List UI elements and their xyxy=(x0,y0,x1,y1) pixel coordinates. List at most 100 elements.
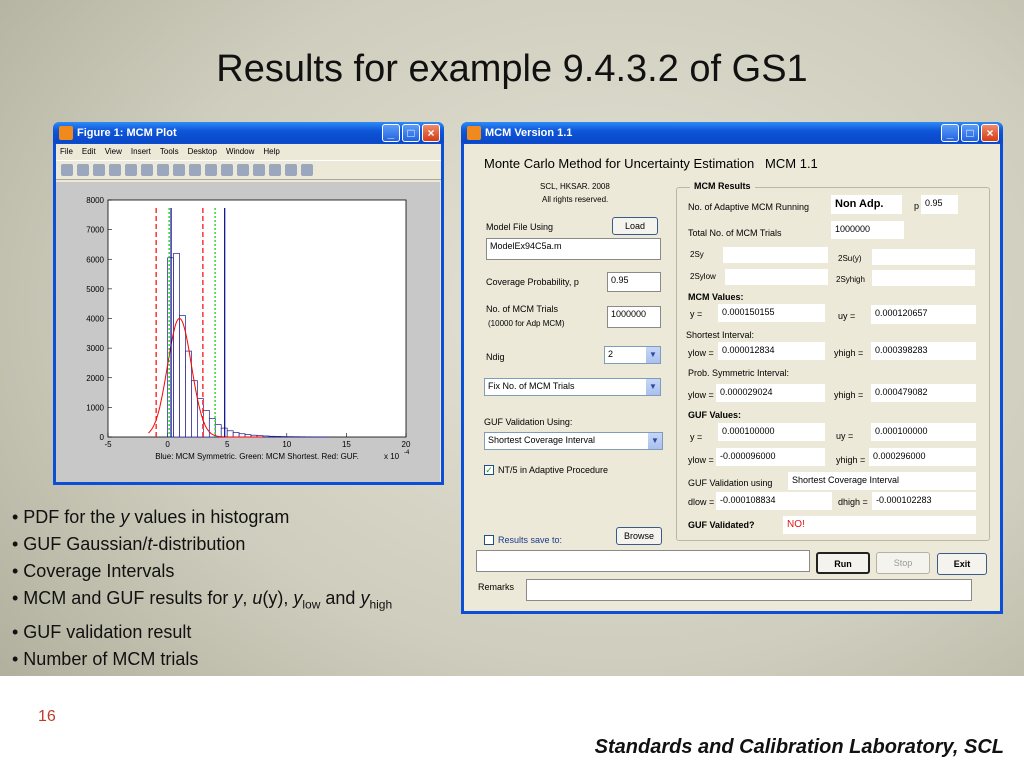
mcm-body: Monte Carlo Method for Uncertainty Estim… xyxy=(464,144,1000,611)
remarks-field[interactable] xyxy=(526,579,972,601)
coverage-input[interactable]: 0.95 xyxy=(607,272,661,292)
results-path-input[interactable] xyxy=(476,550,810,572)
menu-file[interactable]: File xyxy=(60,147,73,157)
minimize-icon[interactable]: _ xyxy=(941,124,959,142)
footer-text: Standards and Calibration Laboratory, SC… xyxy=(594,736,1004,758)
menu-desktop[interactable]: Desktop xyxy=(188,147,217,157)
mcm-values-label: MCM Values: xyxy=(688,292,744,302)
close-icon[interactable]: × xyxy=(422,124,440,142)
maximize-icon[interactable]: □ xyxy=(961,124,979,142)
mcm-heading: Monte Carlo Method for Uncertainty Estim… xyxy=(484,156,818,171)
syhigh-field xyxy=(872,270,975,286)
bullet-5: • GUF validation result xyxy=(12,621,192,642)
brush-icon[interactable] xyxy=(221,164,233,176)
show-tools-icon[interactable] xyxy=(301,164,313,176)
new-file-icon[interactable] xyxy=(61,164,73,176)
bullet-4: • MCM and GUF results for y, u(y), ylow … xyxy=(12,588,393,612)
menu-tools[interactable]: Tools xyxy=(160,147,179,157)
histogram-bar xyxy=(173,252,180,438)
chevron-down-icon[interactable]: ▼ xyxy=(648,433,662,449)
pan-icon[interactable] xyxy=(173,164,185,176)
mcm-titlebar[interactable]: MCM Version 1.1 _ □ × xyxy=(461,122,1003,144)
guf-ylow-label: ylow = xyxy=(688,455,714,465)
exit-button[interactable]: Exit xyxy=(937,553,987,575)
maximize-icon[interactable]: □ xyxy=(402,124,420,142)
ylow2-label: ylow = xyxy=(688,390,714,400)
histogram-bar xyxy=(262,435,270,438)
mcm-title: MCM Version 1.1 xyxy=(485,127,573,139)
dlow-label: dlow = xyxy=(688,497,715,507)
rotate-icon[interactable] xyxy=(189,164,201,176)
menu-window[interactable]: Window xyxy=(226,147,254,157)
menu-insert[interactable]: Insert xyxy=(131,147,151,157)
print-icon[interactable] xyxy=(109,164,121,176)
menu-edit[interactable]: Edit xyxy=(82,147,96,157)
plot-background xyxy=(107,199,407,438)
open-file-icon[interactable] xyxy=(77,164,89,176)
figure-titlebar[interactable]: Figure 1: MCM Plot _ □ × xyxy=(53,122,444,144)
matlab-icon xyxy=(467,126,481,140)
zoom-in-icon[interactable] xyxy=(141,164,153,176)
ylow-label: ylow = xyxy=(688,348,714,358)
model-file-label: Model File Using xyxy=(486,222,554,232)
y-tick-label: 2000 xyxy=(86,374,104,383)
bullet-list: • PDF for the y values in histogram • GU… xyxy=(12,504,392,673)
menu-view[interactable]: View xyxy=(105,147,122,157)
menu-help[interactable]: Help xyxy=(263,147,279,157)
matlab-icon xyxy=(59,126,73,140)
save-icon[interactable] xyxy=(93,164,105,176)
shortest-interval-label: Shortest Interval: xyxy=(686,330,755,340)
trials-mode-select[interactable]: Fix No. of MCM Trials ▼ xyxy=(484,378,661,396)
legend-icon[interactable] xyxy=(269,164,281,176)
x-tick-label: 20 xyxy=(402,440,411,449)
close-icon[interactable]: × xyxy=(981,124,999,142)
y-tick-label: 6000 xyxy=(86,255,104,264)
guf-ylow-value: -0.000096000 xyxy=(716,448,825,466)
histogram-bar xyxy=(268,435,276,438)
y-value: 0.000150155 xyxy=(718,304,825,322)
ndig-select[interactable]: 2 ▼ xyxy=(604,346,661,364)
trials-input[interactable]: 1000000 xyxy=(607,306,661,328)
y-tick-label: 3000 xyxy=(86,344,104,353)
colorbar-icon[interactable] xyxy=(253,164,265,176)
nt5-label: NT/5 in Adaptive Procedure xyxy=(498,465,609,475)
mcm-window: MCM Version 1.1 _ □ × Monte Carlo Method… xyxy=(461,122,1003,614)
minimize-icon[interactable]: _ xyxy=(382,124,400,142)
figure-toolbar xyxy=(56,160,441,180)
ndig-label: Ndig xyxy=(486,352,505,362)
run-button[interactable]: Run xyxy=(816,552,870,574)
total-trials-value: 1000000 xyxy=(831,221,904,239)
browse-button[interactable]: Browse xyxy=(616,527,662,545)
y-tick-label: 7000 xyxy=(86,226,104,235)
zoom-out-icon[interactable] xyxy=(157,164,169,176)
total-trials-label: Total No. of MCM Trials xyxy=(688,228,782,238)
p-value: 0.95 xyxy=(921,195,958,214)
sylow-field xyxy=(725,269,828,285)
hide-tools-icon[interactable] xyxy=(285,164,297,176)
guf-validation-select[interactable]: Shortest Coverage Interval ▼ xyxy=(484,432,663,450)
model-file-field[interactable]: ModelEx94C5a.m xyxy=(486,238,661,260)
x-tick-label: -5 xyxy=(104,440,112,449)
sy-field xyxy=(723,247,828,263)
link-icon[interactable] xyxy=(237,164,249,176)
bullet-6: • Number of MCM trials xyxy=(12,648,199,669)
guf-y-label: y = xyxy=(690,432,703,442)
x-axis-label: Blue: MCM Symmetric. Green: MCM Shortest… xyxy=(155,452,359,461)
chevron-down-icon[interactable]: ▼ xyxy=(646,379,660,395)
load-button[interactable]: Load xyxy=(612,217,658,235)
nt5-checkbox[interactable]: ✓ xyxy=(484,465,494,475)
figure-window: Figure 1: MCM Plot _ □ × File Edit View … xyxy=(53,122,444,485)
adaptive-value: Non Adp. xyxy=(831,195,902,214)
chevron-down-icon[interactable]: ▼ xyxy=(646,347,660,363)
data-cursor-icon[interactable] xyxy=(205,164,217,176)
results-save-checkbox[interactable] xyxy=(484,535,494,545)
ndig-value: 2 xyxy=(608,349,614,359)
guf-uy-value: 0.000100000 xyxy=(871,423,976,441)
guf-validation-value: Shortest Coverage Interval xyxy=(488,435,596,445)
stop-button[interactable]: Stop xyxy=(876,552,930,574)
prob-symmetric-label: Prob. Symmetric Interval: xyxy=(688,368,790,378)
coverage-label: Coverage Probability, p xyxy=(486,277,579,287)
pointer-icon[interactable] xyxy=(125,164,137,176)
y-tick-label: 1000 xyxy=(86,403,104,412)
uy-value: 0.000120657 xyxy=(871,305,976,324)
